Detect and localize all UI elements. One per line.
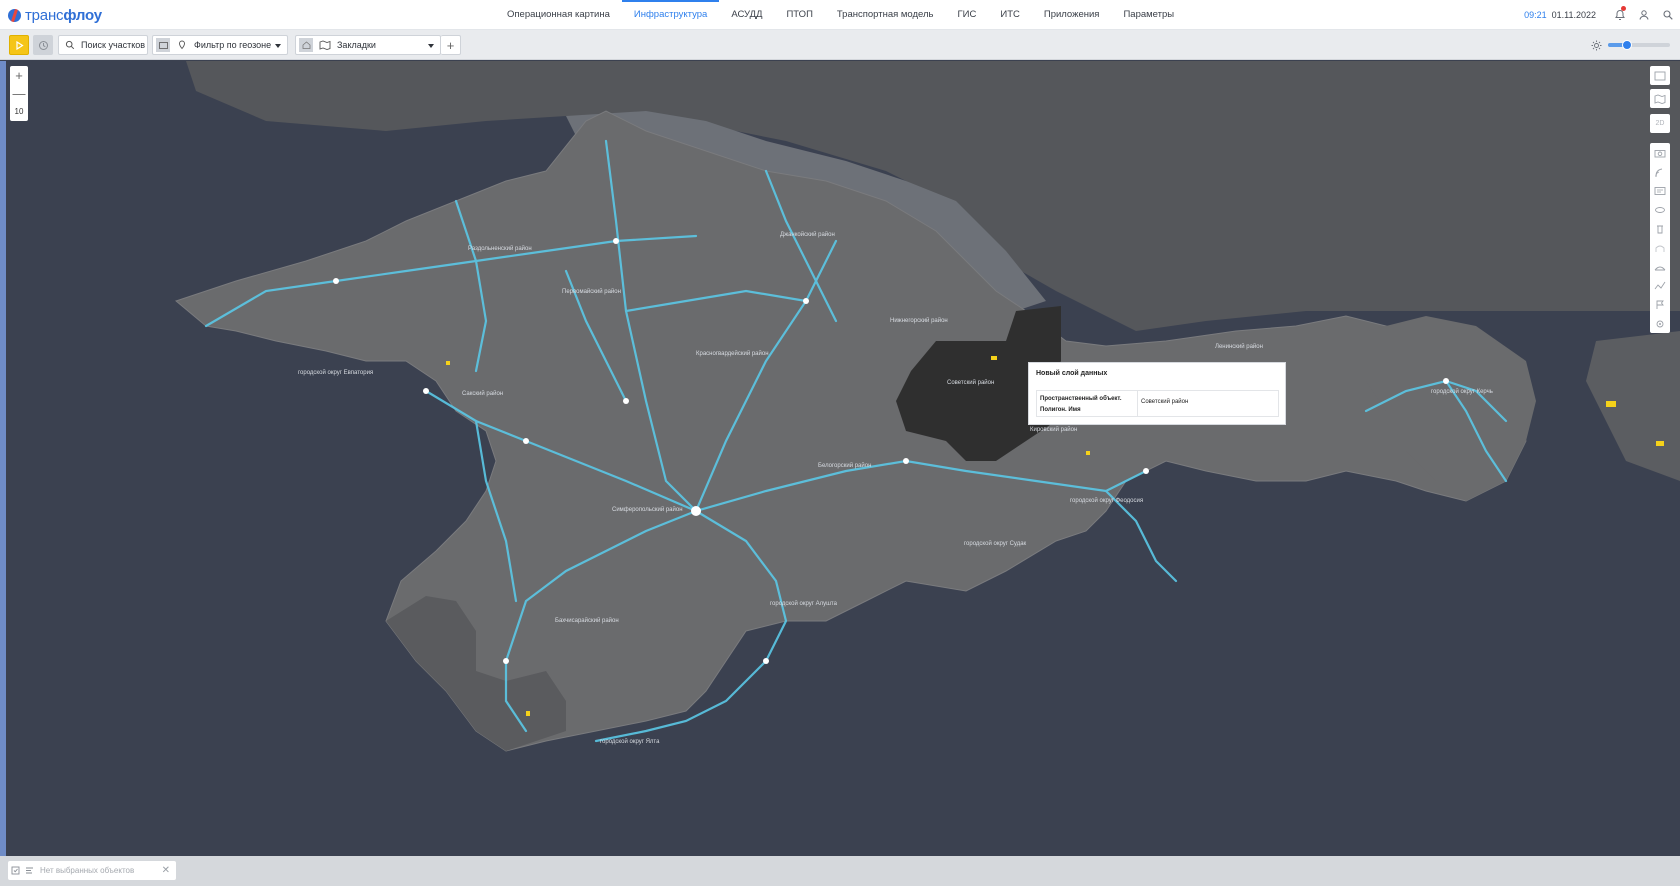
view-mode-toggle[interactable]: 2D [1650,114,1670,133]
zoom-level: 10 [14,106,24,116]
list-icon [22,866,36,875]
play-button[interactable] [9,35,29,55]
geozone-filter-label: Фильтр по геозоне [194,40,272,50]
gear-icon[interactable] [1650,314,1670,333]
camera-icon[interactable] [1650,143,1670,162]
nav-item-its[interactable]: ИТС [988,0,1032,30]
zoom-out-button[interactable]: — [10,84,28,102]
map-icon [319,40,331,50]
place-label: Первомайский район [562,289,621,295]
geozone-filter-select[interactable]: Фильтр по геозоне [152,35,288,55]
search-segments-label: Поиск участков [81,40,146,50]
place-label: городской округ Судак [964,541,1027,547]
brightness-slider[interactable] [1608,40,1670,50]
message-board-icon[interactable] [1650,181,1670,200]
chevron-down-icon [275,44,281,48]
sensor-icon[interactable] [1650,200,1670,219]
map-canvas[interactable] [6,61,1680,856]
place-label: городской округ Алушта [770,601,837,607]
bin-icon[interactable] [1650,219,1670,238]
place-label: Красногвардейский район [696,351,769,357]
notification-dot [1621,6,1626,11]
chart-line-icon[interactable] [1650,276,1670,295]
map-toolbar: Поиск участков Фильтр по геозоне Закладк… [0,30,1680,60]
clock-icon [38,40,48,50]
search-icon[interactable] [1656,0,1680,30]
play-icon [15,40,24,50]
logo-prefix: транс [25,6,64,24]
top-navigation-bar: трансфлоу Операционная картина Инфрастру… [0,0,1680,30]
selection-icon [8,866,22,875]
nav-item-gis[interactable]: ГИС [946,0,989,30]
bottom-bar: Нет выбранных объектов ✕ [0,856,1680,886]
bookmarks-label: Закладки [337,40,376,50]
selection-status: Нет выбранных объектов [40,866,135,875]
basemap-icon[interactable] [1650,66,1670,85]
nav-item-infrastructure[interactable]: Инфраструктура [621,0,720,30]
place-label: Сакский район [462,391,504,397]
nav-item-parameters[interactable]: Параметры [1111,0,1186,30]
history-button[interactable] [33,35,53,55]
place-label: Ленинский район [1215,344,1263,350]
clock-time: 09:21 [1524,10,1547,20]
right-tools-2d: 2D [1650,114,1670,133]
chevron-down-icon [428,44,434,48]
nav-item-operational-picture[interactable]: Операционная картина [495,0,622,30]
bridge-icon[interactable] [1650,238,1670,257]
zoom-control: + — 10 [10,66,28,121]
place-label: городской округ Керчь [1431,389,1493,395]
popup-title: Новый слой данных [1036,370,1108,377]
app-logo[interactable]: трансфлоу [8,6,102,24]
place-label: Кировский район [1030,427,1078,433]
popup-divider [1137,391,1138,416]
flag-icon[interactable] [1650,295,1670,314]
place-label: Раздольненский район [468,246,532,252]
place-label: Советский район [947,380,995,386]
popup-attribute-row: Пространственный объект. Полигон. Имя Со… [1036,390,1279,417]
popup-attribute-value: Советский район [1141,399,1189,405]
current-date: 01.11.2022 [1551,10,1596,20]
logo-mark-icon [8,8,21,22]
search-segments-button[interactable]: Поиск участков [58,35,148,55]
header-right: 09:21 01.11.2022 [1524,0,1680,30]
place-label: городской округ Феодосия [1070,498,1144,504]
add-bookmark-button[interactable]: + [441,35,461,55]
nav-item-ptop[interactable]: ПТОП [774,0,824,30]
map-pin-icon [179,40,185,50]
logo-suffix: флоу [63,6,102,24]
sun-icon [1591,40,1602,50]
place-label: городской округ Евпатория [298,370,374,376]
layers-icon[interactable] [1650,89,1670,108]
place-label: Бахчисарайский район [555,618,619,624]
right-tools-top [1650,66,1670,85]
right-tools-layers [1650,89,1670,108]
brightness-slider-knob[interactable] [1621,40,1632,50]
place-label: городской округ Ялта [600,739,660,745]
search-icon [65,40,75,50]
brightness-control [1591,38,1670,52]
place-label: Симферопольский район [612,507,683,513]
home-icon [299,38,313,52]
nav-item-asudd[interactable]: АСУДД [719,0,774,30]
main-nav: Операционная картина Инфраструктура АСУД… [495,0,1186,30]
popup-attribute-key: Пространственный объект. Полигон. Имя [1040,396,1122,413]
nav-item-applications[interactable]: Приложения [1032,0,1112,30]
right-tools-panel [1650,143,1670,333]
bookmarks-select[interactable]: Закладки [295,35,441,55]
place-label: Белогорский район [818,463,872,469]
close-icon[interactable]: ✕ [162,865,170,876]
nav-item-transport-model[interactable]: Транспортная модель [825,0,946,30]
feature-info-popup[interactable]: Новый слой данных Пространственный объек… [1028,362,1286,425]
tunnel-icon[interactable] [1650,257,1670,276]
zoom-in-button[interactable]: + [10,66,28,84]
selection-panel[interactable]: Нет выбранных объектов ✕ [8,861,176,880]
signal-icon[interactable] [1650,162,1670,181]
place-label: Нижнегорский район [890,318,948,324]
user-icon[interactable] [1632,0,1656,30]
bell-icon[interactable] [1608,0,1632,30]
place-label: Джанкойский район [780,232,835,238]
geozone-layer-icon [156,38,170,52]
